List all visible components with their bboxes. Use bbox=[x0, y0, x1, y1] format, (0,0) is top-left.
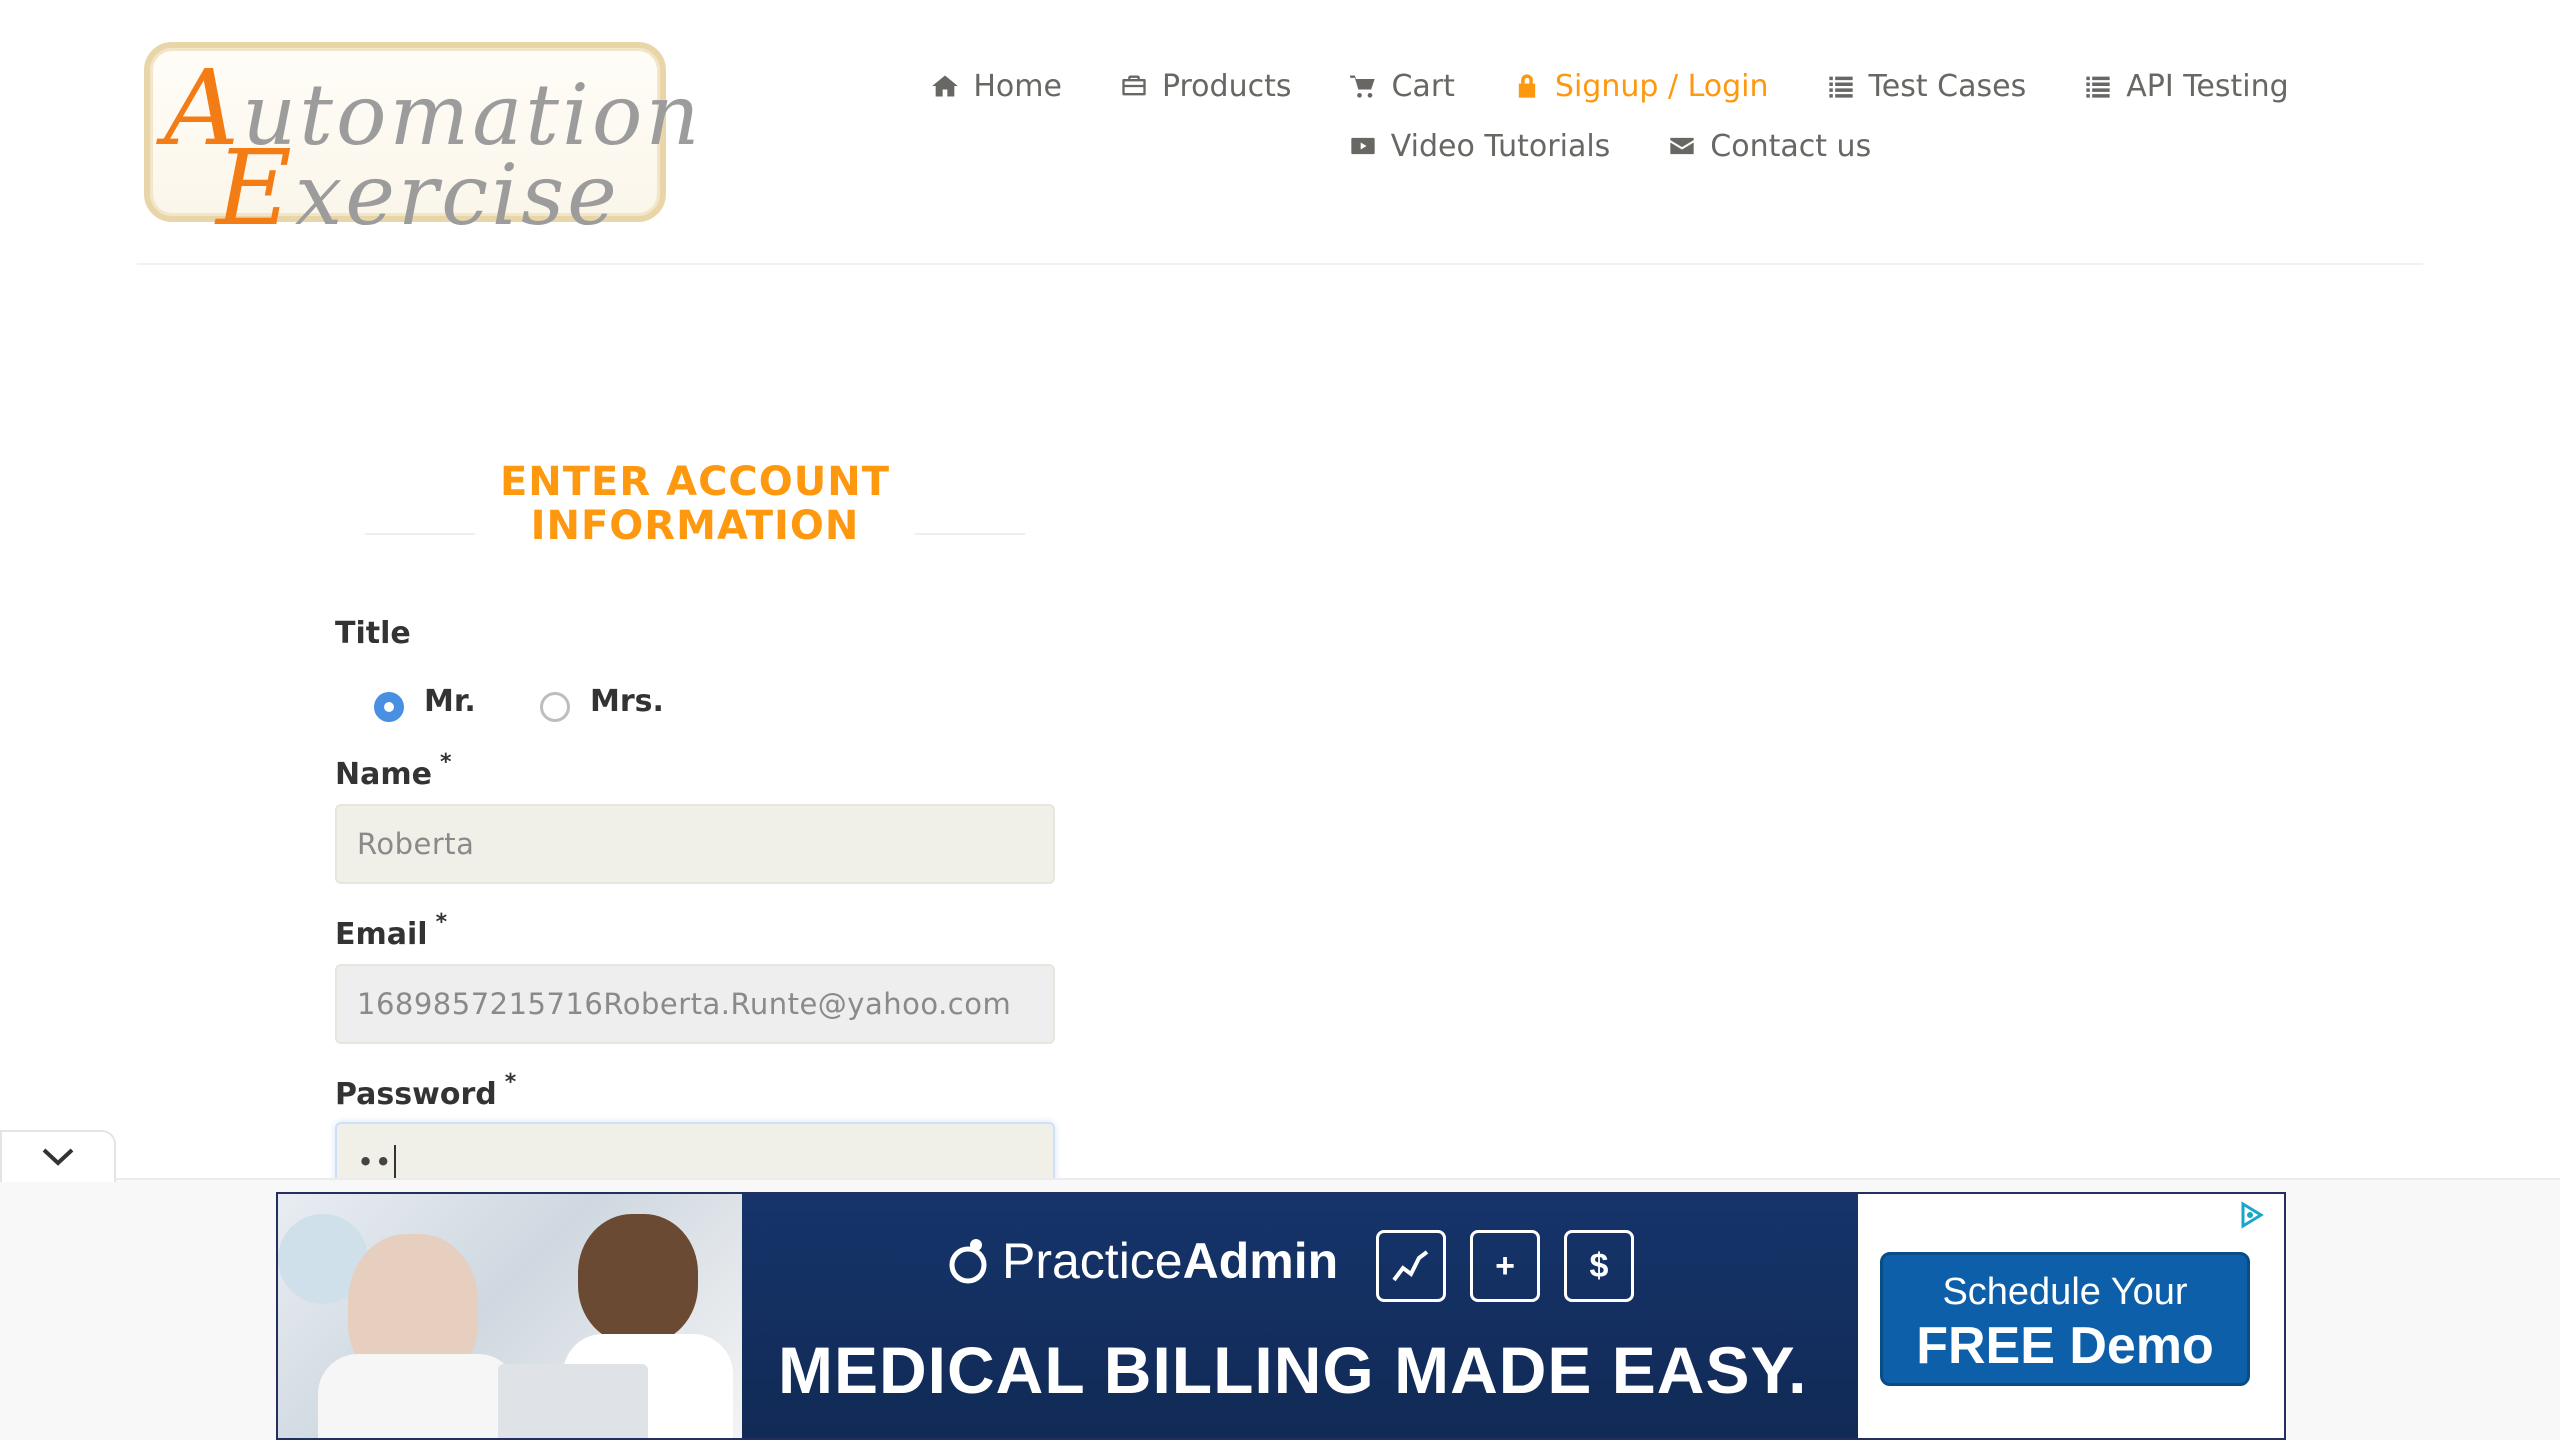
cart-icon bbox=[1350, 75, 1376, 98]
name-input[interactable]: Roberta bbox=[335, 804, 1055, 884]
page-title-line-1: ENTER ACCOUNT bbox=[499, 459, 891, 505]
nav-contact-us[interactable]: Contact us bbox=[1668, 129, 1871, 164]
cta-line-2: FREE Demo bbox=[1916, 1317, 2214, 1375]
youtube-icon bbox=[1351, 137, 1375, 155]
name-label-text: Name bbox=[335, 757, 432, 792]
page-title: ENTER ACCOUNT INFORMATION bbox=[363, 460, 1027, 548]
header-divider bbox=[137, 263, 2423, 265]
briefcase-icon bbox=[1122, 75, 1146, 96]
ad-headline: MEDICAL BILLING MADE EASY. bbox=[778, 1333, 1808, 1407]
nav-row-2: Video Tutorials Contact us bbox=[940, 116, 2280, 176]
chart-icon bbox=[1376, 1230, 1446, 1302]
name-label: Name * bbox=[335, 750, 451, 792]
site-logo[interactable]: Automation Exercise bbox=[144, 42, 700, 240]
ad-brand: PracticeAdmin bbox=[948, 1232, 1338, 1290]
email-field-value: 1689857215716Roberta.Runte@yahoo.com bbox=[357, 987, 1012, 1021]
title-mrs-label[interactable]: Mrs. bbox=[590, 684, 664, 719]
list-icon bbox=[2086, 76, 2110, 98]
nav-video-tutorials[interactable]: Video Tutorials bbox=[1349, 128, 1611, 164]
nav-cart[interactable]: Cart bbox=[1349, 68, 1455, 104]
nav-test-cases-label: Test Cases bbox=[1868, 68, 2027, 104]
required-mark: * bbox=[504, 1070, 517, 1095]
cta-line-1: Schedule Your bbox=[1942, 1271, 2188, 1313]
password-label-text: Password bbox=[335, 1077, 497, 1112]
ad-brand-prefix: Practice bbox=[1002, 1233, 1183, 1289]
text-caret bbox=[394, 1145, 397, 1179]
logo-line-2: Exercise bbox=[216, 127, 620, 249]
required-mark: * bbox=[435, 910, 448, 935]
title-mr-radio[interactable] bbox=[374, 692, 404, 722]
dollar-icon: $ bbox=[1564, 1230, 1634, 1302]
list-icon bbox=[1828, 76, 1853, 98]
email-label: Email * bbox=[335, 910, 447, 952]
ad-collapse-button[interactable] bbox=[0, 1130, 116, 1182]
page-title-line-2: INFORMATION bbox=[530, 503, 860, 549]
nav-products-label: Products bbox=[1161, 68, 1292, 104]
home-icon bbox=[932, 75, 959, 97]
envelope-icon bbox=[1670, 137, 1694, 155]
nav-contact-us-label: Contact us bbox=[1710, 128, 1872, 164]
title-mrs-radio[interactable] bbox=[540, 692, 570, 722]
ad-lab-coat bbox=[318, 1354, 518, 1438]
ad-cta-panel: Schedule Your FREE Demo bbox=[1858, 1194, 2284, 1438]
title-mr-label[interactable]: Mr. bbox=[424, 684, 476, 719]
chevron-down-icon bbox=[42, 1148, 74, 1166]
nav-test-cases[interactable]: Test Cases bbox=[1827, 68, 2027, 104]
practiceadmin-logo-icon bbox=[949, 1239, 987, 1284]
required-mark: * bbox=[439, 750, 452, 775]
medical-plus-icon: + bbox=[1470, 1230, 1540, 1302]
nav-video-tutorials-label: Video Tutorials bbox=[1390, 128, 1611, 164]
nav-home[interactable]: Home bbox=[931, 69, 1062, 104]
main-nav: Home Products Cart Signup / Login Test C… bbox=[932, 56, 2289, 176]
password-label: Password * bbox=[335, 1070, 516, 1112]
nav-cart-label: Cart bbox=[1391, 68, 1455, 104]
adchoices-icon[interactable] bbox=[2236, 1200, 2266, 1230]
password-input-value: •• bbox=[357, 1145, 393, 1179]
ad-main-panel: PracticeAdmin + $ MEDICAL BILLING MADE E… bbox=[742, 1194, 1858, 1438]
ad-photo bbox=[278, 1194, 742, 1438]
lock-icon bbox=[1518, 74, 1536, 98]
nav-signup-login[interactable]: Signup / Login bbox=[1513, 69, 1769, 104]
schedule-demo-button[interactable]: Schedule Your FREE Demo bbox=[1880, 1252, 2250, 1386]
name-input-value: Roberta bbox=[357, 827, 475, 861]
ad-icon-group: + $ bbox=[1376, 1230, 1634, 1302]
title-label: Title bbox=[335, 616, 411, 651]
nav-products[interactable]: Products bbox=[1120, 68, 1292, 104]
email-label-text: Email bbox=[335, 917, 428, 952]
email-field[interactable]: 1689857215716Roberta.Runte@yahoo.com bbox=[335, 964, 1055, 1044]
ad-laptop bbox=[498, 1364, 648, 1438]
nav-home-label: Home bbox=[973, 68, 1062, 104]
ad-brand-bold: Admin bbox=[1182, 1233, 1339, 1289]
ad-person-woman bbox=[578, 1214, 698, 1344]
nav-row-1: Home Products Cart Signup / Login Test C… bbox=[932, 56, 2289, 116]
nav-api-testing-label: API Testing bbox=[2126, 68, 2289, 104]
nav-signup-login-label: Signup / Login bbox=[1554, 68, 1769, 104]
ad-banner[interactable]: PracticeAdmin + $ MEDICAL BILLING MADE E… bbox=[276, 1192, 2286, 1440]
nav-api-testing[interactable]: API Testing bbox=[2084, 68, 2289, 104]
